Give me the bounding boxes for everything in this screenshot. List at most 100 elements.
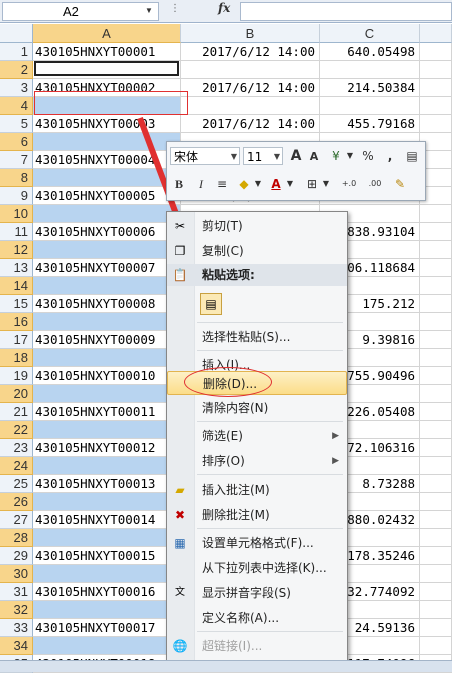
row-header[interactable]: 1 bbox=[0, 43, 33, 61]
cell-a[interactable]: 430105HNXYT00004 bbox=[33, 151, 181, 169]
cell-c[interactable]: 214.50384 bbox=[320, 79, 420, 97]
row-header[interactable]: 16 bbox=[0, 313, 33, 331]
row-header[interactable]: 29 bbox=[0, 547, 33, 565]
row-header[interactable]: 3 bbox=[0, 79, 33, 97]
cell-a[interactable] bbox=[33, 133, 181, 151]
cell-d[interactable] bbox=[420, 493, 452, 511]
cell-d[interactable] bbox=[420, 565, 452, 583]
cell-d[interactable] bbox=[420, 331, 452, 349]
column-header-b[interactable]: B bbox=[181, 24, 320, 43]
menu-item-sort[interactable]: 排序(O) ▶ bbox=[167, 449, 347, 473]
cell-c[interactable]: 640.05498 bbox=[320, 43, 420, 61]
row-header[interactable]: 7 bbox=[0, 151, 33, 169]
menu-item-define-name[interactable]: 定义名称(A)... bbox=[167, 606, 347, 630]
cell-d[interactable] bbox=[420, 313, 452, 331]
cell-a[interactable]: 430105HNXYT00016 bbox=[33, 583, 181, 601]
row-header[interactable]: 10 bbox=[0, 205, 33, 223]
row-header[interactable]: 4 bbox=[0, 97, 33, 115]
row-header[interactable]: 9 bbox=[0, 187, 33, 205]
menu-item-pick-from-list[interactable]: 从下拉列表中选择(K)... bbox=[167, 556, 347, 580]
cell-a[interactable] bbox=[33, 169, 181, 187]
row-header[interactable]: 5 bbox=[0, 115, 33, 133]
cell-a[interactable] bbox=[33, 277, 181, 295]
cell-d[interactable] bbox=[420, 421, 452, 439]
select-all-corner[interactable] bbox=[0, 24, 33, 43]
cell-d[interactable] bbox=[420, 205, 452, 223]
menu-item-delete-comment[interactable]: ✖ 删除批注(M) bbox=[167, 503, 347, 527]
align-center-icon[interactable]: ≡ bbox=[213, 175, 231, 193]
cell-a[interactable] bbox=[33, 313, 181, 331]
column-header-c[interactable]: C bbox=[320, 24, 420, 43]
menu-item-cut[interactable]: ✂ 剪切(T) bbox=[167, 214, 347, 238]
cell-a[interactable] bbox=[33, 457, 181, 475]
row-header[interactable]: 17 bbox=[0, 331, 33, 349]
cell-a[interactable]: 430105HNXYT00017 bbox=[33, 619, 181, 637]
more-icon[interactable]: ⋮ bbox=[170, 3, 180, 14]
cell-c[interactable]: 455.79168 bbox=[320, 115, 420, 133]
menu-item-format-cells[interactable]: ▦ 设置单元格格式(F)... bbox=[167, 531, 347, 555]
chevron-down-icon[interactable]: ▼ bbox=[249, 175, 267, 193]
sheet-tab-bar[interactable] bbox=[0, 660, 452, 672]
row-header[interactable]: 15 bbox=[0, 295, 33, 313]
cell-d[interactable] bbox=[420, 511, 452, 529]
cell-d[interactable] bbox=[420, 547, 452, 565]
chevron-down-icon[interactable]: ▼ bbox=[341, 147, 359, 165]
menu-item-clear-contents[interactable]: 清除内容(N) bbox=[167, 396, 347, 420]
row-header[interactable]: 20 bbox=[0, 385, 33, 403]
cell-a[interactable]: 430105HNXYT00013 bbox=[33, 475, 181, 493]
formula-input[interactable] bbox=[240, 2, 452, 21]
cell-a[interactable] bbox=[33, 205, 181, 223]
row-header[interactable]: 8 bbox=[0, 169, 33, 187]
row-header[interactable]: 18 bbox=[0, 349, 33, 367]
cell-d[interactable] bbox=[420, 79, 452, 97]
cell-d[interactable] bbox=[420, 475, 452, 493]
italic-button[interactable]: I bbox=[192, 175, 210, 193]
row-header[interactable]: 23 bbox=[0, 439, 33, 457]
bold-button[interactable]: B bbox=[170, 175, 188, 193]
cell-d[interactable] bbox=[420, 223, 452, 241]
cell-a[interactable]: 430105HNXYT00010 bbox=[33, 367, 181, 385]
menu-item-paste-special[interactable]: 选择性粘贴(S)... bbox=[167, 325, 347, 349]
row-header[interactable]: 19 bbox=[0, 367, 33, 385]
row-header[interactable]: 21 bbox=[0, 403, 33, 421]
chevron-down-icon[interactable]: ▼ bbox=[145, 6, 153, 15]
cell-c[interactable] bbox=[320, 97, 420, 115]
cell-d[interactable] bbox=[420, 583, 452, 601]
row-header[interactable]: 34 bbox=[0, 637, 33, 655]
column-header-a[interactable]: A bbox=[33, 24, 181, 43]
cell-d[interactable] bbox=[420, 349, 452, 367]
cell-d[interactable] bbox=[420, 241, 452, 259]
cell-a[interactable]: 430105HNXYT00008 bbox=[33, 295, 181, 313]
comma-button[interactable]: , bbox=[381, 147, 399, 165]
cell-d[interactable] bbox=[420, 637, 452, 655]
row-header[interactable]: 33 bbox=[0, 619, 33, 637]
increase-decimal-button[interactable]: +.0 bbox=[337, 175, 361, 193]
cell-a[interactable]: 430105HNXYT00005 bbox=[33, 187, 181, 205]
cell-a[interactable]: 430105HNXYT00012 bbox=[33, 439, 181, 457]
menu-item-filter[interactable]: 筛选(E) ▶ bbox=[167, 424, 347, 448]
cell-d[interactable] bbox=[420, 529, 452, 547]
menu-item-phonetic[interactable]: 文 显示拼音字段(S) bbox=[167, 581, 347, 605]
chevron-down-icon[interactable]: ▼ bbox=[317, 175, 335, 193]
decrease-decimal-button[interactable]: .00 bbox=[363, 175, 387, 193]
cell-d[interactable] bbox=[420, 295, 452, 313]
menu-item-insert-comment[interactable]: ▰ 插入批注(M) bbox=[167, 478, 347, 502]
font-name-select[interactable]: 宋体 ▼ bbox=[170, 147, 240, 165]
cell-a[interactable]: 430105HNXYT00011 bbox=[33, 403, 181, 421]
font-size-select[interactable]: 11 ▼ bbox=[243, 147, 283, 165]
cell-d[interactable] bbox=[420, 619, 452, 637]
chevron-down-icon[interactable]: ▼ bbox=[281, 175, 299, 193]
cell-d[interactable] bbox=[420, 277, 452, 295]
row-header[interactable]: 2 bbox=[0, 61, 33, 79]
row-header[interactable]: 6 bbox=[0, 133, 33, 151]
cell-b[interactable]: 2017/6/12 14:00 bbox=[181, 43, 320, 61]
format-painter-icon[interactable]: ✎ bbox=[391, 175, 409, 193]
row-header[interactable]: 13 bbox=[0, 259, 33, 277]
cell-d[interactable] bbox=[420, 439, 452, 457]
row-header[interactable]: 14 bbox=[0, 277, 33, 295]
grow-font-button[interactable]: A bbox=[287, 147, 305, 165]
cell-b[interactable]: 2017/6/12 14:00 bbox=[181, 115, 320, 133]
cell-a[interactable]: 430105HNXYT00003 bbox=[33, 115, 181, 133]
row-header[interactable]: 27 bbox=[0, 511, 33, 529]
row-header[interactable]: 32 bbox=[0, 601, 33, 619]
